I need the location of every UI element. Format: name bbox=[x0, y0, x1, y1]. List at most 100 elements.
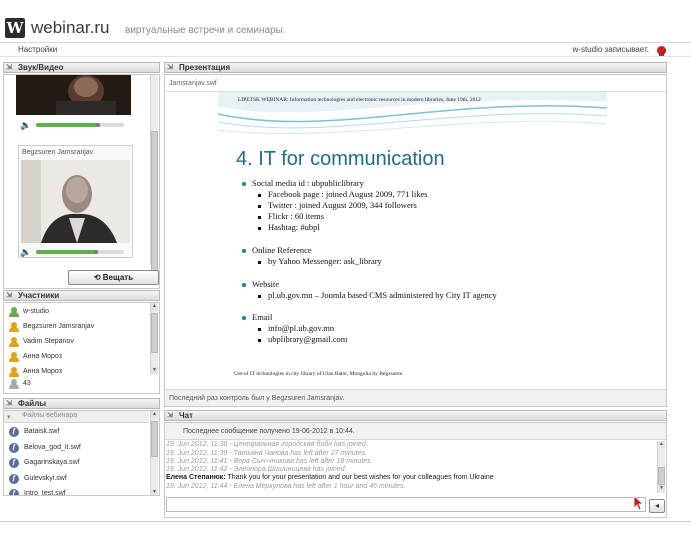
logo-icon: W bbox=[5, 18, 25, 38]
participants-panel: w-studio Begzsuren Jamsranjav Vadim Stepan… bbox=[3, 302, 160, 394]
chat-message: Елена Степанюк: Thank you for your prese… bbox=[166, 473, 494, 482]
pin-icon[interactable]: ⇲ bbox=[6, 64, 15, 71]
square-bullet-icon bbox=[258, 227, 261, 230]
top-bar: W webinar.ru виртуальные встречи и семин… bbox=[0, 0, 691, 42]
user-icon bbox=[9, 322, 19, 333]
volume-control-1[interactable]: 🔈 bbox=[20, 120, 130, 130]
people-icon bbox=[9, 379, 19, 390]
broadcast-button-label: Вещать bbox=[102, 273, 134, 282]
pin-icon[interactable]: ⇲ bbox=[6, 292, 15, 299]
video-stream-1-image bbox=[16, 75, 131, 115]
presentation-file-bar: Jamsranjav.swf bbox=[165, 75, 666, 92]
scroll-down-icon[interactable]: ▼ bbox=[151, 489, 158, 495]
chat-scroll-thumb[interactable] bbox=[658, 467, 665, 485]
participant-name: Vadim Stepanov bbox=[23, 338, 74, 345]
video-stream-2 bbox=[21, 160, 130, 243]
recording-icon-stand bbox=[659, 54, 664, 56]
slide-online-ref: Online Reference bbox=[252, 245, 312, 255]
speaker-icon[interactable]: 🔈 bbox=[20, 120, 31, 131]
swf-file-icon: ƒ bbox=[9, 442, 19, 453]
participants-scrollbar[interactable]: ▲ ▼ bbox=[150, 303, 158, 375]
scroll-up-icon[interactable]: ▲ bbox=[658, 441, 665, 448]
square-bullet-icon bbox=[258, 328, 261, 331]
user-icon bbox=[9, 337, 19, 348]
volume-slider-2[interactable] bbox=[36, 250, 124, 254]
presentation-panel-title[interactable]: ⇲ Презентация bbox=[164, 62, 667, 73]
square-bullet-icon bbox=[258, 295, 261, 298]
pin-icon[interactable]: ⇲ bbox=[6, 400, 15, 407]
slide-flickr: Flickr : 60 items bbox=[268, 211, 324, 221]
volume-knob-1[interactable] bbox=[95, 123, 100, 127]
scroll-down-icon[interactable]: ▼ bbox=[658, 485, 665, 492]
square-bullet-icon bbox=[258, 205, 261, 208]
av-panel-title[interactable]: ⇲ Звук/Видео bbox=[3, 62, 160, 73]
files-scrollbar[interactable]: ▲ ▼ bbox=[150, 411, 158, 495]
files-scroll-thumb[interactable] bbox=[151, 421, 158, 457]
av-scrollbar[interactable] bbox=[150, 75, 158, 271]
send-button[interactable]: ◂ bbox=[649, 499, 665, 513]
slide-footer: Use of IT technologies in city library o… bbox=[234, 371, 403, 377]
chat-sender: Елена Степанюк: bbox=[166, 474, 226, 481]
user-icon bbox=[9, 352, 19, 363]
swf-file-icon: ƒ bbox=[9, 458, 19, 468]
settings-menu[interactable]: Настройки bbox=[18, 45, 57, 54]
chat-message-text: Thank you for your presentation and our … bbox=[227, 474, 494, 481]
slide-hashtag: Hashtag: #ubpl bbox=[268, 222, 320, 232]
volume-slider-1[interactable] bbox=[36, 123, 124, 127]
chat-status-bar: Последнее сообщение получено 19-06-2012 … bbox=[165, 423, 666, 440]
participants-scroll-thumb[interactable] bbox=[151, 313, 158, 353]
bullet-icon bbox=[242, 249, 246, 253]
broadcast-icon: ⟲ bbox=[93, 273, 101, 282]
user-icon-body bbox=[9, 312, 19, 317]
slide-email: Email bbox=[252, 312, 273, 322]
user-icon-body bbox=[9, 372, 19, 377]
square-bullet-icon bbox=[258, 261, 261, 264]
volume-fill-1 bbox=[36, 123, 98, 127]
broadcast-button[interactable]: ⟲ Вещать bbox=[68, 270, 159, 285]
participants-panel-title[interactable]: ⇲ Участники bbox=[3, 290, 160, 301]
files-panel-title[interactable]: ⇲ Файлы bbox=[3, 398, 160, 409]
pin-icon[interactable]: ⇲ bbox=[167, 412, 176, 419]
pin-icon[interactable]: ⇲ bbox=[167, 64, 176, 71]
file-name: Gulevskyi.swf bbox=[24, 474, 67, 482]
files-folder-row[interactable]: ▾ Файлы вебинара bbox=[4, 411, 149, 423]
presentation-filename: Jamsranjav.swf bbox=[169, 80, 217, 87]
chat-title-label: Чат bbox=[179, 411, 193, 420]
slide-email-2: ubplibrary@gmail.com bbox=[268, 334, 348, 344]
send-icon: ◂ bbox=[654, 501, 659, 510]
bullet-icon bbox=[242, 182, 246, 186]
speaker-icon[interactable]: 🔈 bbox=[20, 247, 31, 258]
av-scroll-thumb[interactable] bbox=[151, 131, 158, 271]
file-name: Belova_god_it.swf bbox=[24, 443, 81, 451]
video-stream-1 bbox=[16, 75, 131, 115]
video-stream-2-image bbox=[21, 160, 130, 243]
files-folder-label: Файлы вебинара bbox=[22, 412, 78, 419]
scroll-down-icon[interactable]: ▼ bbox=[151, 367, 158, 374]
logo-text: webinar.ru bbox=[31, 18, 110, 37]
chat-scrollbar[interactable]: ▲ ▼ bbox=[657, 441, 665, 493]
presentation-footer: Последний раз контроль был у Begzsuren J… bbox=[165, 389, 666, 406]
file-name: Bataisk.swf bbox=[24, 428, 60, 435]
swf-file-icon: ƒ bbox=[9, 473, 19, 484]
volume-control-2[interactable]: 🔈 bbox=[20, 247, 130, 257]
participant-name: w-studio bbox=[23, 308, 50, 315]
chat-input[interactable] bbox=[166, 497, 646, 512]
chat-line: 19. Jun 2012, 11:38 - Центральная городс… bbox=[166, 441, 368, 448]
chat-panel-title[interactable]: ⇲ Чат bbox=[164, 410, 667, 421]
av-panel: 🔈 Begzsuren Jamsranjav 🔈 bbox=[3, 74, 160, 289]
slide-social: Social media id : ubpubliclibrary bbox=[252, 178, 364, 188]
presentation-title-label: Презентация bbox=[179, 63, 231, 72]
slide-website: Website bbox=[252, 279, 280, 289]
participants-title-label: Участники bbox=[18, 291, 60, 300]
scroll-up-icon[interactable]: ▲ bbox=[151, 303, 158, 310]
bullet-icon bbox=[242, 316, 246, 320]
volume-knob-2[interactable] bbox=[93, 250, 98, 254]
scroll-up-icon[interactable]: ▲ bbox=[151, 411, 158, 418]
bullet-icon bbox=[242, 283, 246, 287]
swf-file-icon: ƒ bbox=[9, 427, 19, 437]
tagline: виртуальные встречи и семинары bbox=[125, 25, 283, 36]
user-icon-body bbox=[9, 357, 19, 362]
recording-status: w-studio записывает. bbox=[572, 45, 649, 54]
swf-file-icon: ƒ bbox=[9, 489, 19, 495]
slide: LIPETSK WEBINAR: Information technologie… bbox=[218, 92, 607, 387]
